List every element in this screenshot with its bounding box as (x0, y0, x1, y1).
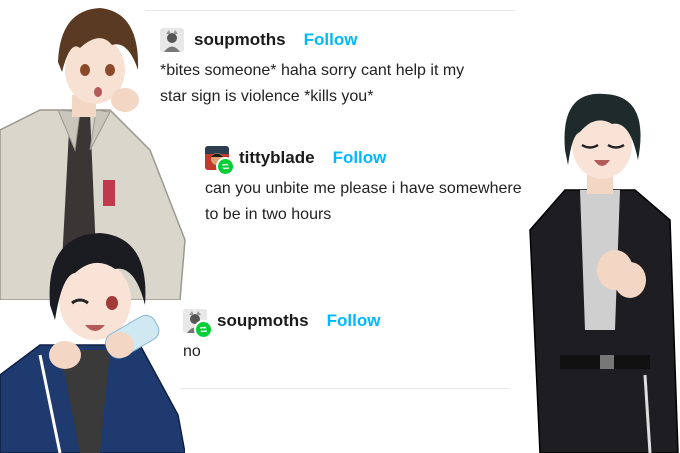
post-header: soupmoths Follow (160, 28, 540, 52)
reblog-icon (194, 320, 213, 339)
post-response: soupmoths Follow no (183, 309, 483, 365)
post-header: soupmoths Follow (183, 309, 483, 339)
character-illustration-bottom-left (0, 233, 185, 453)
follow-button[interactable]: Follow (304, 30, 358, 50)
post-text-line: no (183, 343, 201, 360)
post-text: *bites someone* haha sorry cant help it … (160, 58, 540, 110)
post-reply: tittyblade Follow can you unbite me plea… (205, 146, 565, 228)
post-original: soupmoths Follow *bites someone* haha so… (160, 28, 540, 110)
reblog-icon (216, 157, 235, 176)
post-text-line: *bites someone* haha sorry cant help it … (160, 62, 465, 79)
username[interactable]: tittyblade (239, 148, 315, 168)
post-text: no (183, 339, 483, 365)
follow-button[interactable]: Follow (333, 148, 387, 168)
username[interactable]: soupmoths (217, 311, 309, 331)
character-illustration-right (529, 93, 679, 453)
post-header: tittyblade Follow (205, 146, 565, 176)
follow-button[interactable]: Follow (327, 311, 381, 331)
post-text-line: can you unbite me please i have somewher… (205, 180, 522, 197)
avatar[interactable] (183, 309, 213, 339)
post-text-line: star sign is violence *kills you* (160, 88, 374, 105)
username[interactable]: soupmoths (194, 30, 286, 50)
post-text: can you unbite me please i have somewher… (205, 176, 565, 228)
post-text-line: to be in two hours (205, 206, 332, 223)
top-divider (145, 10, 515, 11)
avatar[interactable] (205, 146, 235, 176)
bottom-divider (180, 388, 510, 389)
